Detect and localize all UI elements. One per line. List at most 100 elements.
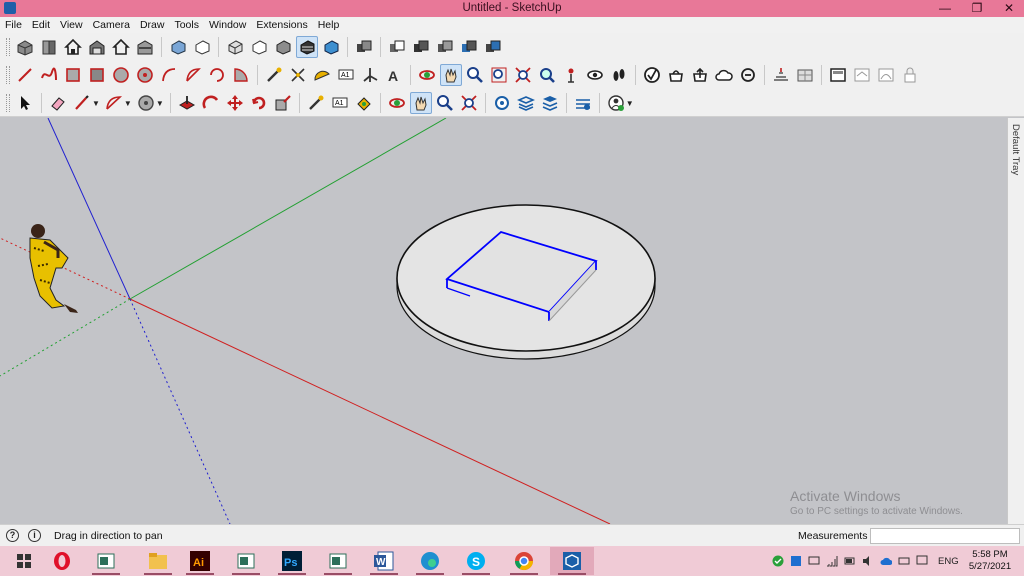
zoom-extents-icon[interactable] [512,64,534,86]
display-icon[interactable] [808,555,820,567]
circle-dropdown-icon[interactable] [135,92,157,114]
photoshop-icon[interactable]: Ps [270,547,314,575]
image-viewer-icon[interactable] [84,547,128,575]
skype-icon[interactable]: S [454,547,498,575]
battery-icon[interactable] [844,555,856,567]
menu-tools[interactable]: Tools [169,17,204,33]
menu-extensions[interactable]: Extensions [251,17,312,33]
monochrome-style-icon[interactable] [296,36,318,58]
toolbar-grip[interactable] [6,38,10,56]
hidden-line-style-icon[interactable] [224,36,246,58]
entity-info-icon[interactable] [572,92,594,114]
intersect-icon[interactable] [434,36,456,58]
geo-location-icon[interactable]: ? [6,529,19,542]
outer-shell-icon[interactable] [482,36,504,58]
chevron-down-icon[interactable]: ▼ [626,99,634,108]
back-view-icon[interactable] [110,36,132,58]
walk-icon[interactable] [608,64,630,86]
zoom-window-icon[interactable] [488,64,510,86]
close-button[interactable]: ✕ [994,0,1024,17]
menu-draw[interactable]: Draw [135,17,170,33]
lock-icon[interactable] [899,64,921,86]
menu-help[interactable]: Help [313,17,345,33]
front-view-icon[interactable] [62,36,84,58]
language-indicator[interactable]: ENG [938,556,959,567]
text-icon[interactable]: A1 [329,92,351,114]
layers-icon[interactable] [515,92,537,114]
rotate-icon[interactable] [248,92,270,114]
union-icon[interactable] [353,36,375,58]
edge-icon[interactable] [408,547,452,575]
polygon-icon[interactable] [134,64,156,86]
move-icon[interactable] [224,92,246,114]
pie-icon[interactable] [230,64,252,86]
split-icon[interactable] [458,36,480,58]
share-model-icon[interactable] [689,64,711,86]
menu-camera[interactable]: Camera [88,17,135,33]
tape-measure-icon[interactable] [263,64,285,86]
protractor-icon[interactable] [311,64,333,86]
zoom-extents-icon[interactable] [458,92,480,114]
look-around-icon[interactable] [584,64,606,86]
follow-me-icon[interactable] [200,92,222,114]
warehouse-icon[interactable] [665,64,687,86]
toolbar-grip[interactable] [6,94,10,112]
iso-view-icon[interactable] [14,36,36,58]
toolbar-grip[interactable] [6,66,10,84]
tape-measure-icon[interactable] [305,92,327,114]
notification-icon[interactable] [916,555,928,567]
illustrator-icon[interactable]: Ai [178,547,222,575]
security-icon[interactable] [772,555,784,567]
dynamic-components-icon[interactable] [737,64,759,86]
minimize-button[interactable]: — [930,0,960,17]
opera-icon[interactable] [40,547,84,575]
rotated-rectangle-icon[interactable] [86,64,108,86]
position-camera-icon[interactable] [560,64,582,86]
left-view-icon[interactable] [134,36,156,58]
wireframe-style-icon[interactable] [191,36,213,58]
cloud-sync-icon[interactable] [880,555,892,567]
two-point-arc-icon[interactable] [182,64,204,86]
chrome-icon[interactable] [502,547,546,575]
menu-window[interactable]: Window [204,17,251,33]
dimension-icon[interactable] [287,64,309,86]
menu-file[interactable]: File [0,17,27,33]
arc-dropdown-icon[interactable] [103,92,125,114]
outliner-icon[interactable] [539,92,561,114]
section-cut-icon[interactable] [875,64,897,86]
menu-edit[interactable]: Edit [27,17,55,33]
account-icon[interactable] [605,92,627,114]
default-tray-tab[interactable]: Default Tray [1007,118,1024,524]
axes-icon[interactable] [359,64,381,86]
section-display-icon[interactable] [851,64,873,86]
speaker-icon[interactable] [862,555,874,567]
cloud-icon[interactable] [713,64,735,86]
chevron-down-icon[interactable]: ▼ [92,99,100,108]
top-view-icon[interactable] [38,36,60,58]
three-point-arc-icon[interactable] [206,64,228,86]
keyboard-icon[interactable] [898,555,910,567]
arc-icon[interactable] [158,64,180,86]
model-viewport[interactable] [0,118,1007,524]
eraser-icon[interactable] [47,92,69,114]
solid-tools-icon[interactable] [641,64,663,86]
image-viewer-icon[interactable] [316,547,360,575]
paint-icon[interactable] [353,92,375,114]
scale-icon[interactable] [272,92,294,114]
maximize-button[interactable]: ❐ [962,0,992,17]
file-explorer-icon[interactable] [136,547,180,575]
chevron-down-icon[interactable]: ▼ [124,99,132,108]
section-plane-icon[interactable] [827,64,849,86]
text-icon[interactable]: A1 [335,64,357,86]
select-icon[interactable] [14,92,36,114]
word-icon[interactable]: W [362,547,406,575]
xray-style-icon[interactable] [167,36,189,58]
sketchup-icon[interactable] [550,547,594,575]
chevron-down-icon[interactable]: ▼ [156,99,164,108]
shaded-style-icon[interactable] [248,36,270,58]
zoom-icon[interactable] [434,92,456,114]
section-style-icon[interactable] [320,36,342,58]
right-view-icon[interactable] [86,36,108,58]
shaded-textures-style-icon[interactable] [272,36,294,58]
components-icon[interactable] [491,92,513,114]
